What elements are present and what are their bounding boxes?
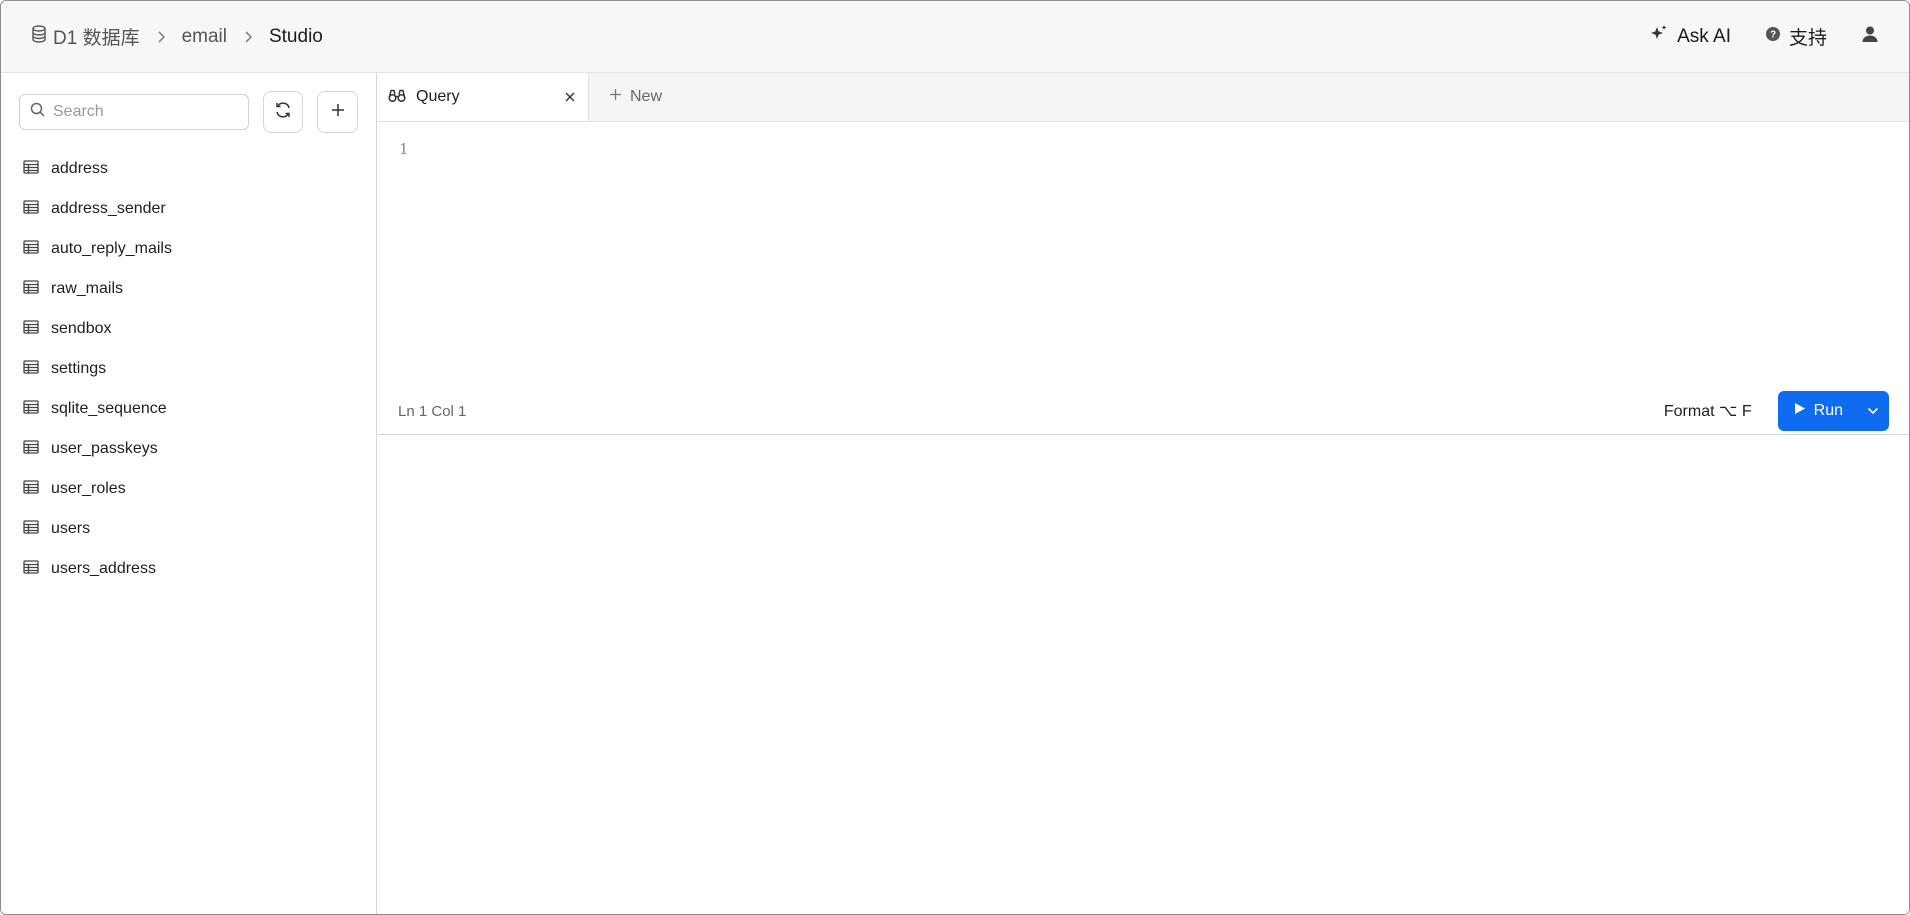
table-list-item[interactable]: sqlite_sequence — [1, 389, 376, 429]
search-box — [19, 94, 249, 130]
table-icon — [23, 279, 39, 299]
table-list: address address_sender auto_reply_mailsraw… — [1, 149, 376, 589]
table-name: sqlite_sequence — [51, 400, 167, 417]
format-button[interactable]: Format ⌥ F — [1664, 401, 1752, 421]
table-name: users_address — [51, 560, 156, 577]
run-label: Run — [1813, 402, 1843, 419]
table-name: user_passkeys — [51, 440, 158, 457]
chevron-right-icon — [156, 30, 166, 44]
table-icon — [23, 199, 39, 219]
table-icon — [23, 479, 39, 499]
table-list-item[interactable]: user_passkeys — [1, 429, 376, 469]
support-button[interactable]: ? 支持 — [1765, 23, 1827, 50]
table-icon — [23, 239, 39, 259]
add-table-button[interactable] — [317, 91, 358, 133]
plus-icon — [609, 88, 622, 106]
table-list-item[interactable]: address — [1, 149, 376, 189]
tab-query[interactable]: Query — [378, 73, 589, 121]
table-name: address — [51, 160, 108, 177]
run-button-group: Run — [1777, 391, 1889, 431]
header-actions: Ask AI ? 支持 — [1649, 23, 1879, 50]
table-list-item[interactable]: address_sender — [1, 189, 376, 229]
editor-actions: Format ⌥ F Run — [1664, 391, 1889, 431]
table-list-item[interactable]: raw_mails — [1, 269, 376, 309]
user-account-button[interactable] — [1861, 25, 1879, 49]
sparkle-icon — [1649, 24, 1669, 50]
table-name: address_sender — [51, 200, 166, 217]
tab-bar: Query New — [378, 73, 1909, 122]
breadcrumb-studio: Studio — [269, 26, 323, 48]
table-name: settings — [51, 360, 107, 377]
table-icon — [23, 359, 39, 379]
table-name: auto_reply_mails — [51, 240, 172, 257]
table-list-item[interactable]: sendbox — [1, 309, 376, 349]
svg-text:?: ? — [1770, 29, 1776, 40]
editor-footer: Ln 1 Col 1 Format ⌥ F Run — [378, 387, 1909, 435]
chevron-right-icon — [243, 30, 253, 44]
database-icon — [31, 24, 47, 49]
breadcrumb-label: email — [181, 25, 227, 47]
table-list-item[interactable]: user_roles — [1, 469, 376, 509]
binoculars-icon — [388, 87, 406, 108]
search-input[interactable] — [53, 103, 233, 121]
table-list-item[interactable]: users_address — [1, 549, 376, 589]
table-icon — [23, 559, 39, 579]
run-button[interactable]: Run — [1778, 391, 1857, 431]
support-label: 支持 — [1788, 28, 1827, 49]
breadcrumb-email[interactable]: email — [182, 26, 227, 48]
results-panel — [378, 434, 1909, 914]
table-name: users — [51, 520, 91, 537]
top-header: D1 数据库 email Studio Ask AI ? 支持 — [1, 1, 1909, 73]
table-icon — [23, 159, 39, 179]
search-icon — [30, 102, 45, 122]
table-list-item[interactable]: settings — [1, 349, 376, 389]
plus-icon — [330, 102, 346, 123]
line-number: 1 — [399, 140, 409, 158]
refresh-button[interactable] — [262, 91, 304, 133]
table-icon — [23, 519, 39, 539]
ask-ai-label: Ask AI — [1677, 25, 1731, 47]
refresh-icon — [274, 101, 292, 124]
new-tab-label: New — [630, 88, 663, 105]
help-circle-icon: ? — [1765, 26, 1781, 48]
chevron-down-icon — [1867, 402, 1879, 420]
user-icon — [1861, 25, 1879, 49]
table-name: user_roles — [51, 480, 126, 497]
sql-editor[interactable]: 1 Ln 1 Col 1 Format ⌥ F Run — [378, 122, 1909, 434]
main-panel: Query New 1 Ln 1 Col 1 Format ⌥ F Run — [378, 73, 1909, 914]
breadcrumb-label: D1 数据库 — [53, 28, 140, 49]
run-options-button[interactable] — [1857, 391, 1889, 431]
cursor-position: Ln 1 Col 1 — [398, 402, 467, 420]
tab-label: Query — [416, 88, 460, 105]
sidebar: address address_sender auto_reply_mailsraw… — [1, 73, 377, 914]
close-icon[interactable] — [564, 91, 576, 103]
table-name: sendbox — [51, 320, 112, 337]
table-list-item[interactable]: users — [1, 509, 376, 549]
app-window: D1 数据库 email Studio Ask AI ? 支持 Search a… — [0, 0, 1910, 915]
table-icon — [23, 319, 39, 339]
breadcrumb-d1-database[interactable]: D1 数据库 — [31, 23, 140, 50]
table-icon — [23, 399, 39, 419]
table-name: raw_mails — [51, 280, 124, 297]
sidebar-toolbar — [1, 73, 376, 133]
breadcrumb: D1 数据库 email Studio — [31, 23, 323, 50]
table-list-item[interactable]: auto_reply_mails — [1, 229, 376, 269]
breadcrumb-label: Studio — [268, 25, 323, 47]
table-icon — [23, 439, 39, 459]
ask-ai-button[interactable]: Ask AI — [1649, 24, 1731, 50]
new-tab-button[interactable]: New — [589, 73, 662, 121]
play-icon — [1794, 402, 1806, 420]
